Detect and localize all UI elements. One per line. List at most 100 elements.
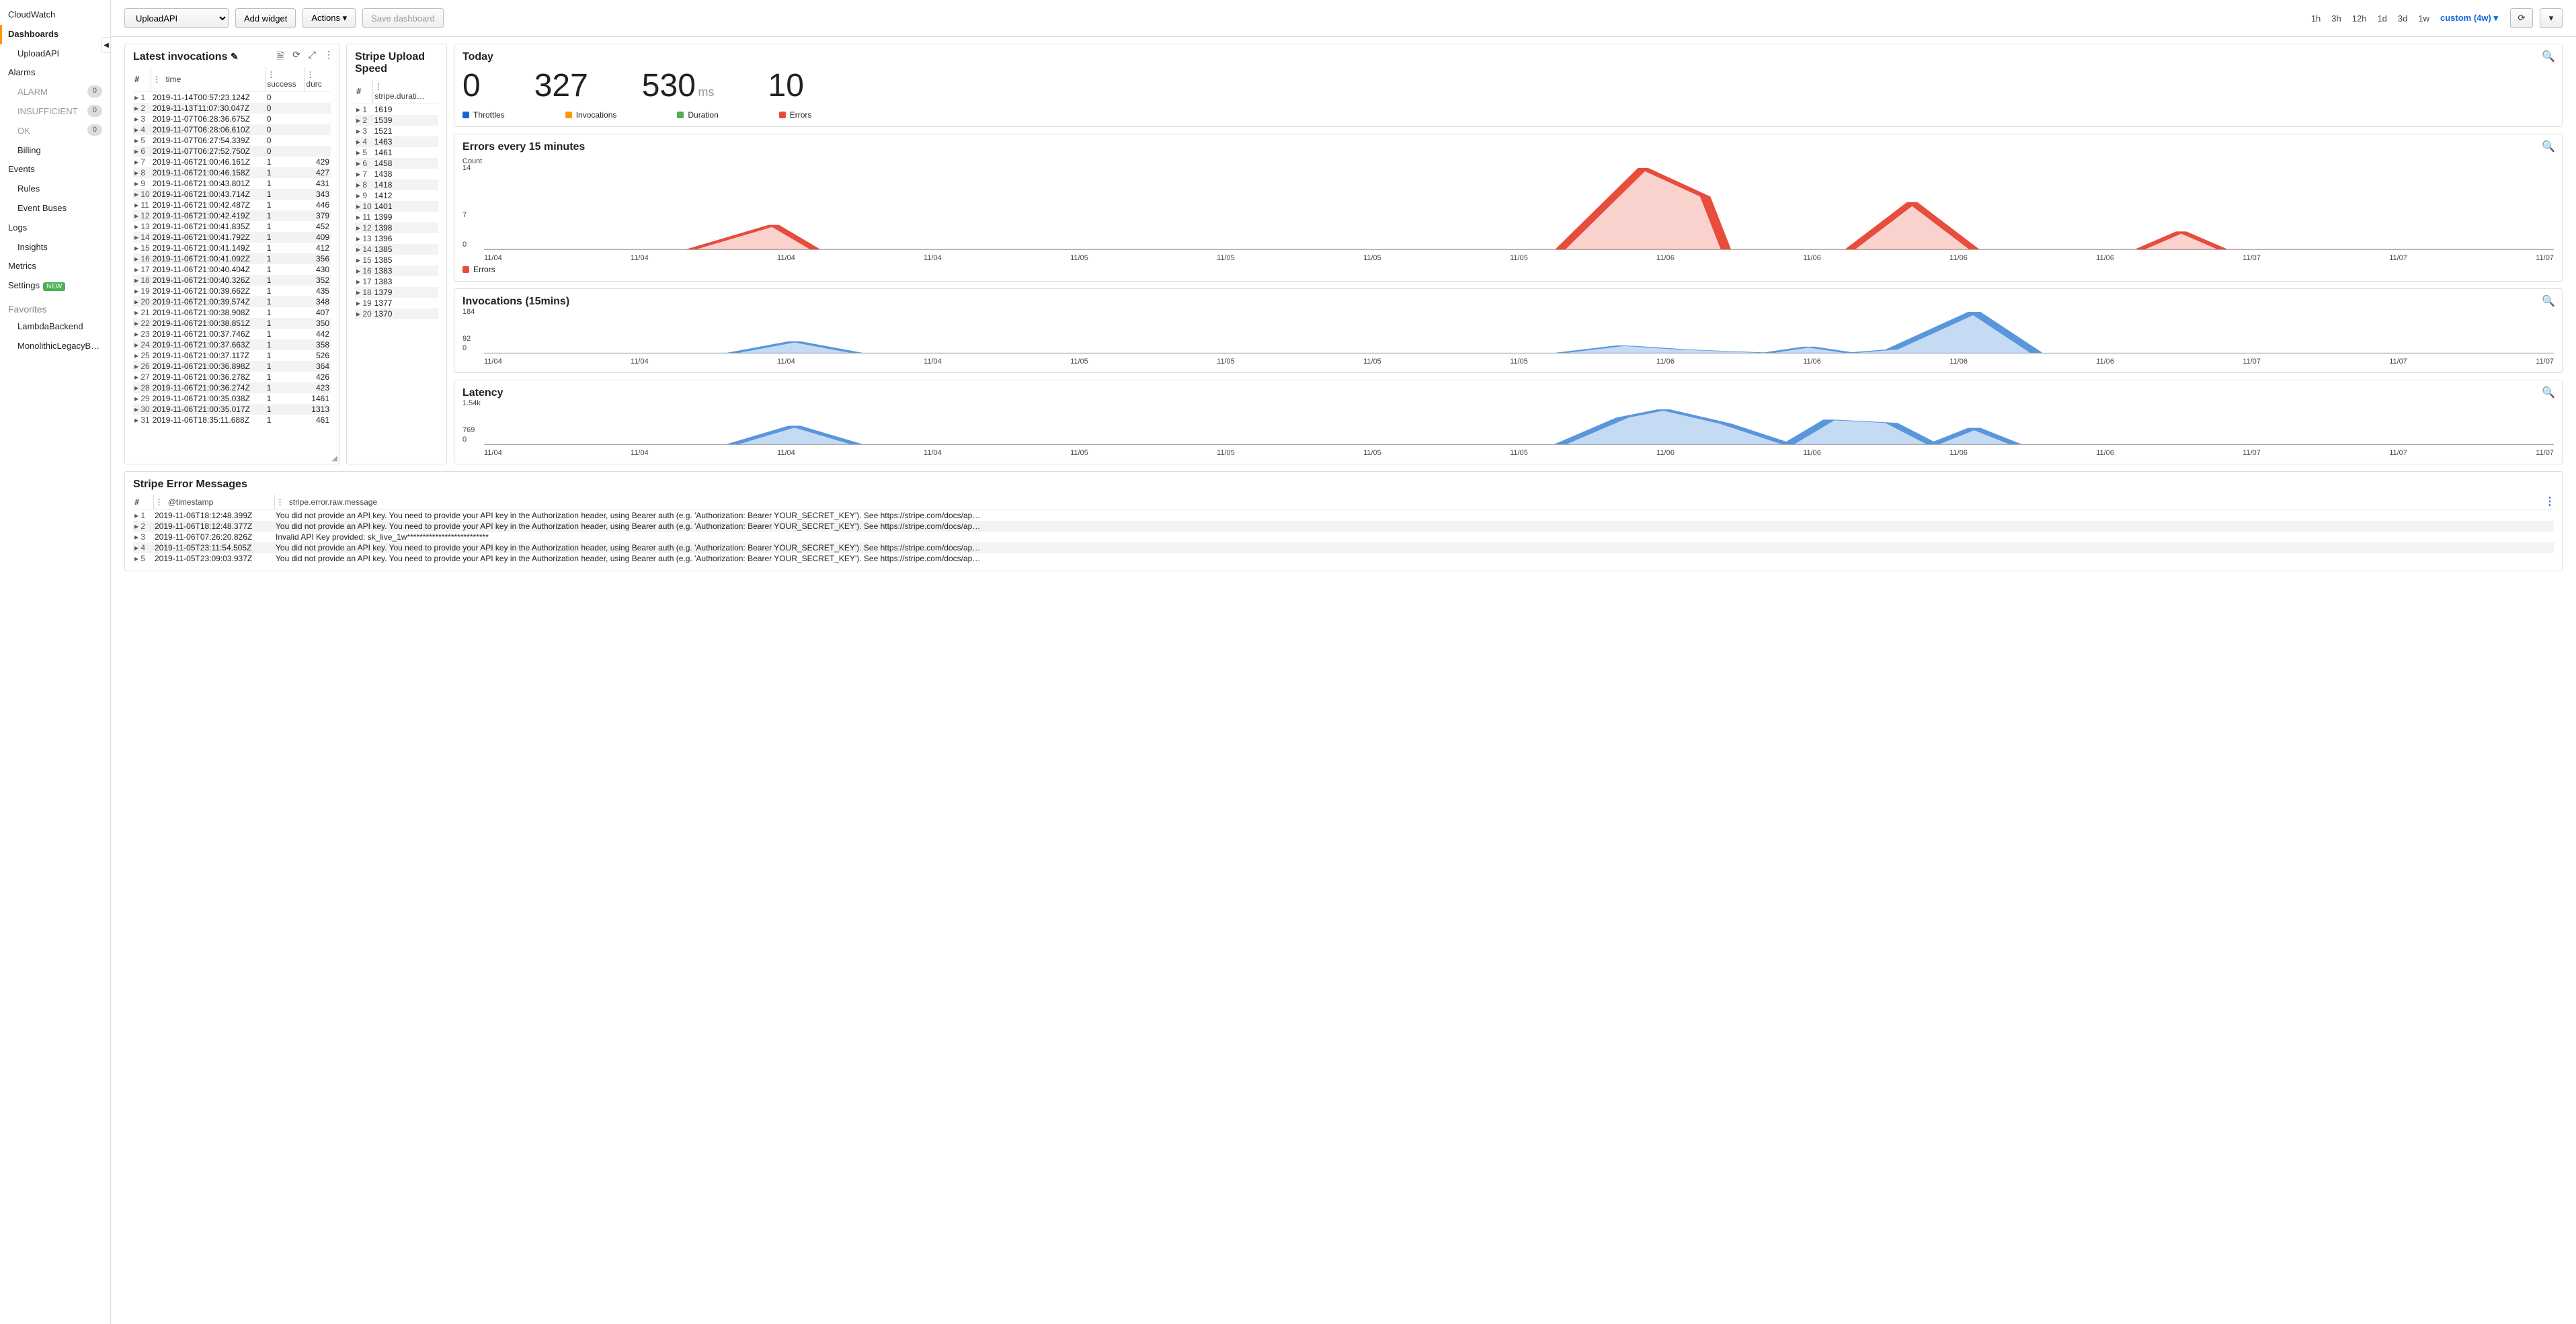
table-row[interactable]: ▸ 32019-11-06T07:26:20.826ZInvalid API K… — [133, 532, 2554, 542]
table-row[interactable]: ▸ 31521 — [355, 126, 438, 136]
table-row[interactable]: ▸ 312019-11-06T18:35:11.688Z1461 — [133, 415, 331, 425]
kebab-icon[interactable]: ⋮ — [324, 49, 333, 65]
table-row[interactable]: ▸ 202019-11-06T21:00:39.574Z1348 — [133, 296, 331, 307]
nav-cloudwatch[interactable]: CloudWatch — [0, 5, 110, 25]
fav-monolithic[interactable]: MonolithicLegacyBackend — [0, 337, 110, 356]
table-row[interactable]: ▸ 11619 — [355, 104, 438, 116]
table-row[interactable]: ▸ 191377 — [355, 298, 438, 308]
table-row[interactable]: ▸ 132019-11-06T21:00:41.835Z1452 — [133, 221, 331, 232]
table-row[interactable]: ▸ 102019-11-06T21:00:43.714Z1343 — [133, 189, 331, 200]
nav-alarms-ok[interactable]: OK0 — [0, 122, 110, 141]
add-widget-button[interactable]: Add widget — [235, 8, 296, 28]
table-row[interactable]: ▸ 232019-11-06T21:00:37.746Z1442 — [133, 329, 331, 339]
table-row[interactable]: ▸ 182019-11-06T21:00:40.326Z1352 — [133, 275, 331, 286]
table-row[interactable]: ▸ 282019-11-06T21:00:36.274Z1423 — [133, 382, 331, 393]
latency-chart-area[interactable] — [484, 403, 2554, 445]
nav-event-buses[interactable]: Event Buses — [0, 199, 110, 218]
col-num[interactable]: # — [355, 79, 373, 104]
nav-rules[interactable]: Rules — [0, 179, 110, 199]
table-row[interactable]: ▸ 51461 — [355, 147, 438, 158]
table-row[interactable]: ▸ 242019-11-06T21:00:37.663Z1358 — [133, 339, 331, 350]
table-row[interactable]: ▸ 22019-11-06T18:12:48.377ZYou did not p… — [133, 521, 2554, 532]
errors-chart-area[interactable] — [484, 168, 2554, 250]
table-row[interactable]: ▸ 192019-11-06T21:00:39.662Z1435 — [133, 286, 331, 296]
table-row[interactable]: ▸ 12019-11-14T00:57:23.124Z0 — [133, 92, 331, 104]
zoom-icon[interactable]: 🔍 — [2542, 140, 2555, 153]
table-row[interactable]: ▸ 161383 — [355, 265, 438, 276]
time-1w[interactable]: 1w — [2413, 10, 2435, 27]
time-custom[interactable]: custom (4w) ▾ — [2435, 9, 2503, 27]
table-row[interactable]: ▸ 222019-11-06T21:00:38.851Z1350 — [133, 318, 331, 329]
nav-events[interactable]: Events — [0, 160, 110, 179]
table-row[interactable]: ▸ 21539 — [355, 115, 438, 126]
table-row[interactable]: ▸ 81418 — [355, 179, 438, 190]
refresh-button[interactable]: ⟳ — [2510, 8, 2533, 28]
nav-settings[interactable]: SettingsNEW — [0, 276, 110, 296]
nav-dashboard-uploadapi[interactable]: UploadAPI — [0, 44, 110, 64]
time-1h[interactable]: 1h — [2306, 10, 2326, 27]
sidebar-collapse[interactable]: ◀ — [102, 37, 111, 53]
nav-alarms-alarm[interactable]: ALARM0 — [0, 83, 110, 102]
table-row[interactable]: ▸ 262019-11-06T21:00:36.898Z1364 — [133, 361, 331, 372]
refresh-icon[interactable]: ⟳ — [292, 49, 300, 65]
refresh-menu-button[interactable]: ▾ — [2540, 8, 2563, 28]
table-row[interactable]: ▸ 42019-11-05T23:11:54.505ZYou did not p… — [133, 542, 2554, 553]
table-row[interactable]: ▸ 91412 — [355, 190, 438, 201]
zoom-icon[interactable]: 🔍 — [2542, 50, 2555, 63]
nav-logs[interactable]: Logs — [0, 218, 110, 238]
table-row[interactable]: ▸ 162019-11-06T21:00:41.092Z1356 — [133, 253, 331, 264]
zoom-icon[interactable]: 🔍 — [2542, 386, 2555, 399]
table-row[interactable]: ▸ 32019-11-07T06:28:36.675Z0 — [133, 114, 331, 124]
nav-metrics[interactable]: Metrics — [0, 257, 110, 276]
doc-icon[interactable]: 🗎 — [277, 49, 284, 65]
table-row[interactable]: ▸ 52019-11-07T06:27:54.339Z0 — [133, 135, 331, 146]
table-row[interactable]: ▸ 141385 — [355, 244, 438, 255]
table-row[interactable]: ▸ 52019-11-05T23:09:03.937ZYou did not p… — [133, 553, 2554, 564]
table-row[interactable]: ▸ 171383 — [355, 276, 438, 287]
table-row[interactable]: ▸ 172019-11-06T21:00:40.404Z1430 — [133, 264, 331, 275]
table-row[interactable]: ▸ 112019-11-06T21:00:42.487Z1446 — [133, 200, 331, 210]
time-3d[interactable]: 3d — [2392, 10, 2413, 27]
table-row[interactable]: ▸ 121398 — [355, 222, 438, 233]
table-row[interactable]: ▸ 111399 — [355, 212, 438, 222]
table-row[interactable]: ▸ 151385 — [355, 255, 438, 265]
table-row[interactable]: ▸ 131396 — [355, 233, 438, 244]
table-row[interactable]: ▸ 101401 — [355, 201, 438, 212]
invocations-chart-area[interactable] — [484, 312, 2554, 354]
kebab-icon[interactable]: ⋮ — [2544, 495, 2555, 508]
zoom-icon[interactable]: 🔍 — [2542, 294, 2555, 308]
table-row[interactable]: ▸ 22019-11-13T11:07:30.047Z0 — [133, 103, 331, 114]
nav-alarms[interactable]: Alarms — [0, 63, 110, 83]
col-num[interactable]: # — [133, 495, 153, 510]
actions-button[interactable]: Actions ▾ — [303, 8, 356, 28]
time-3h[interactable]: 3h — [2326, 10, 2346, 27]
nav-alarms-insufficient[interactable]: INSUFFICIENT0 — [0, 102, 110, 122]
fav-lambda[interactable]: LambdaBackend — [0, 317, 110, 337]
nav-dashboards[interactable]: Dashboards — [0, 25, 110, 44]
table-row[interactable]: ▸ 181379 — [355, 287, 438, 298]
table-row[interactable]: ▸ 272019-11-06T21:00:36.278Z1426 — [133, 372, 331, 382]
table-row[interactable]: ▸ 142019-11-06T21:00:41.792Z1409 — [133, 232, 331, 243]
nav-insights[interactable]: Insights — [0, 238, 110, 257]
table-row[interactable]: ▸ 212019-11-06T21:00:38.908Z1407 — [133, 307, 331, 318]
expand-icon[interactable]: ⤢ — [309, 49, 316, 65]
table-row[interactable]: ▸ 72019-11-06T21:00:46.161Z1429 — [133, 157, 331, 167]
table-row[interactable]: ▸ 42019-11-07T06:28:06.610Z0 — [133, 124, 331, 135]
time-1d[interactable]: 1d — [2372, 10, 2392, 27]
resize-handle-icon[interactable]: ◢ — [332, 454, 337, 462]
dashboard-select[interactable]: UploadAPI — [124, 8, 229, 28]
edit-icon[interactable]: ✎ — [231, 51, 239, 62]
table-row[interactable]: ▸ 82019-11-06T21:00:46.158Z1427 — [133, 167, 331, 178]
table-row[interactable]: ▸ 71438 — [355, 169, 438, 179]
table-row[interactable]: ▸ 92019-11-06T21:00:43.801Z1431 — [133, 178, 331, 189]
table-row[interactable]: ▸ 302019-11-06T21:00:35.017Z11313 — [133, 404, 331, 415]
table-row[interactable]: ▸ 292019-11-06T21:00:35.038Z11461 — [133, 393, 331, 404]
table-row[interactable]: ▸ 41463 — [355, 136, 438, 147]
table-row[interactable]: ▸ 122019-11-06T21:00:42.419Z1379 — [133, 210, 331, 221]
time-12h[interactable]: 12h — [2347, 10, 2372, 27]
table-row[interactable]: ▸ 252019-11-06T21:00:37.117Z1526 — [133, 350, 331, 361]
table-row[interactable]: ▸ 62019-11-07T06:27:52.750Z0 — [133, 146, 331, 157]
save-dashboard-button[interactable]: Save dashboard — [362, 8, 444, 28]
table-row[interactable]: ▸ 152019-11-06T21:00:41.149Z1412 — [133, 243, 331, 253]
table-row[interactable]: ▸ 12019-11-06T18:12:48.399ZYou did not p… — [133, 510, 2554, 522]
